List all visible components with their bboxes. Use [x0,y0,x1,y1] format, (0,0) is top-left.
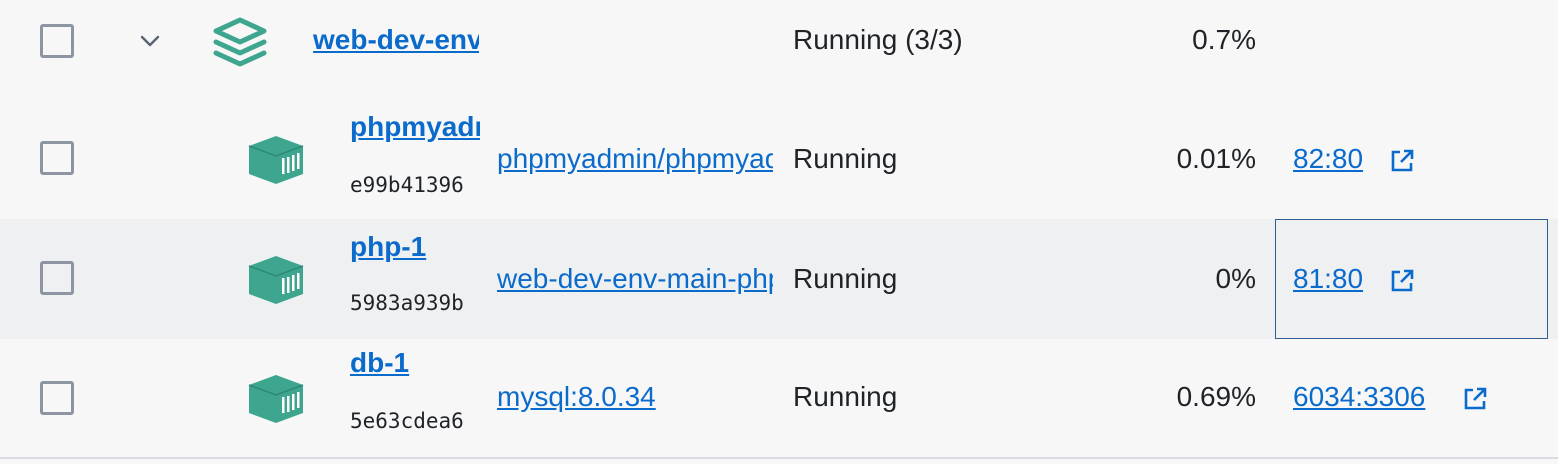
container-cube-icon [248,136,304,184]
container-cube-icon [248,256,304,304]
stack-layers-icon [213,17,267,67]
container-id: 5e63cdea6 [350,409,464,433]
container-row[interactable]: php-1 5983a939b web-dev-env-main-php Run… [0,219,1558,339]
chevron-down-icon[interactable] [138,32,162,50]
container-checkbox[interactable] [40,141,74,175]
external-link-icon[interactable] [1389,148,1415,174]
port-link[interactable]: 81:80 [1293,263,1363,295]
group-status: Running (3/3) [793,24,963,55]
group-name-link[interactable]: web-dev-env [313,24,479,56]
container-cpu: 0.01% [1176,143,1256,174]
container-id: 5983a939b [350,291,464,315]
container-status: Running [793,143,898,174]
image-link[interactable]: phpmyadmin/phpmyadmin [497,143,773,175]
container-cube-icon [248,375,304,423]
container-checkbox[interactable] [40,381,74,415]
container-cpu: 0% [1215,263,1256,294]
container-name-link[interactable]: phpmyadmin-1 [350,111,480,143]
container-name-link[interactable]: php-1 [350,231,480,263]
container-status: Running [793,381,898,412]
image-link[interactable]: web-dev-env-main-php [497,263,773,295]
group-row[interactable]: web-dev-env Running (3/3) 0.7% [0,0,1558,88]
container-row[interactable]: db-1 5e63cdea6 mysql:8.0.34 Running 0.69… [0,339,1558,457]
table-bottom-divider [0,457,1558,459]
external-link-icon[interactable] [1389,268,1415,294]
image-link[interactable]: mysql:8.0.34 [497,381,773,413]
external-link-icon[interactable] [1462,386,1488,412]
container-row[interactable]: phpmyadmin-1 e99b41396 phpmyadmin/phpmya… [0,99,1558,219]
group-checkbox[interactable] [40,24,74,58]
container-cpu: 0.69% [1176,381,1256,412]
port-link[interactable]: 82:80 [1293,143,1363,175]
group-cpu: 0.7% [1192,24,1256,55]
container-checkbox[interactable] [40,261,74,295]
container-id: e99b41396 [350,173,464,197]
port-link[interactable]: 6034:3306 [1293,381,1425,413]
container-name-link[interactable]: db-1 [350,347,480,379]
container-status: Running [793,263,898,294]
